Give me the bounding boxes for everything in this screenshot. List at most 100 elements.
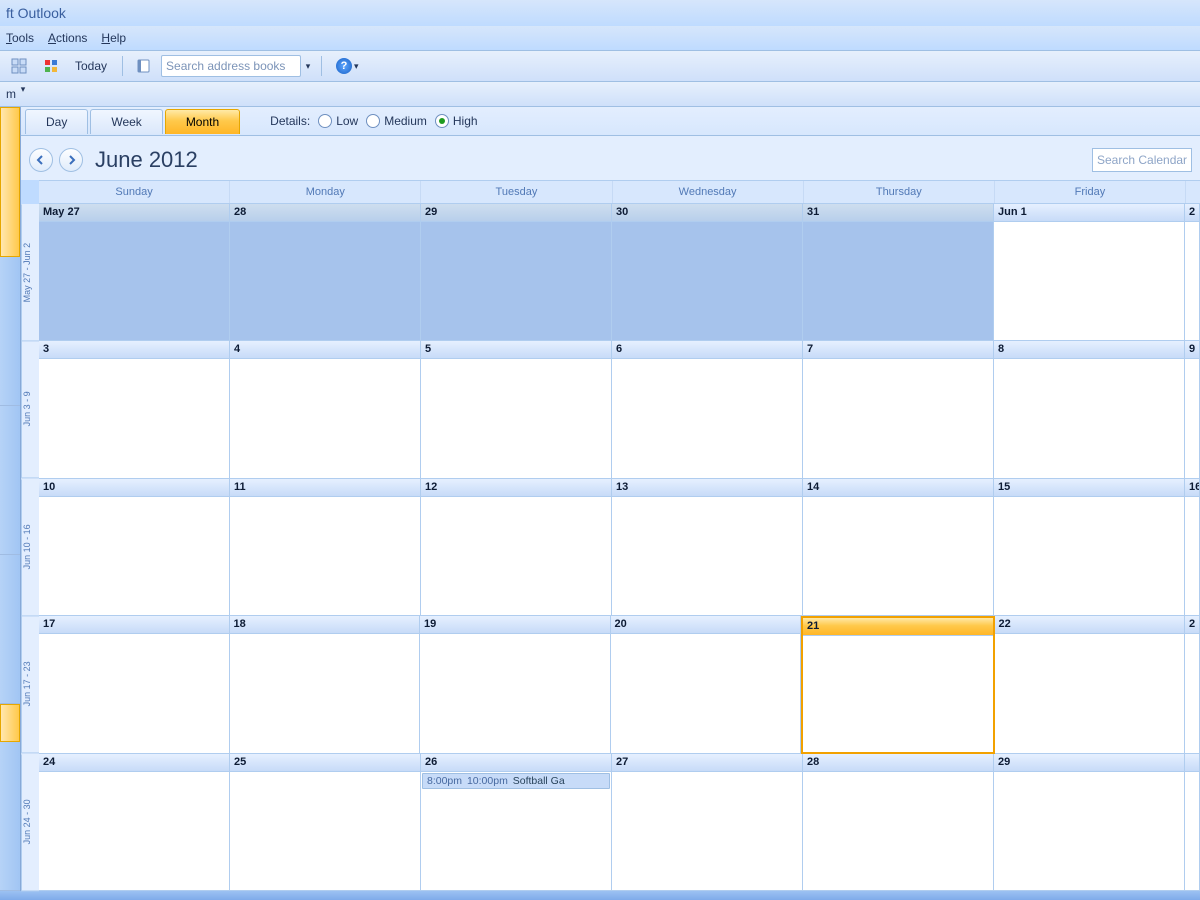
calendar-day-cell[interactable]: 13 — [612, 479, 803, 616]
search-calendar-input[interactable] — [1092, 148, 1192, 172]
toolbar-grid-icon[interactable] — [4, 55, 34, 77]
calendar-day-cell[interactable]: 17 — [39, 616, 230, 753]
day-number: May 27 — [39, 204, 229, 222]
calendar-day-cell[interactable]: 14 — [803, 479, 994, 616]
toolbar-secondary: m ▾ — [0, 82, 1200, 107]
day-number: 15 — [994, 479, 1184, 497]
details-low-radio[interactable]: Low — [318, 114, 358, 128]
menu-bar: Tools Actions Help — [0, 26, 1200, 51]
week-label[interactable]: Jun 10 - 16 — [21, 479, 39, 616]
week-label[interactable]: Jun 24 - 30 — [21, 754, 39, 891]
tab-week[interactable]: Week — [90, 109, 162, 134]
nav-strip-segment[interactable] — [0, 555, 20, 704]
calendar-day-cell[interactable]: 28 — [803, 754, 994, 891]
day-number: 10 — [39, 479, 229, 497]
day-number: 22 — [995, 616, 1185, 634]
day-number: 30 — [612, 204, 802, 222]
dow-thursday: Thursday — [804, 181, 995, 203]
calendar-day-cell[interactable]: 21 — [801, 616, 995, 753]
search-address-books-input[interactable] — [161, 55, 301, 77]
nav-pane-strip[interactable] — [0, 107, 21, 891]
month-title: June 2012 — [95, 147, 198, 173]
nav-strip-segment-selected[interactable] — [0, 107, 20, 257]
calendar-week-row: 10111213141516 — [39, 479, 1200, 616]
tab-day[interactable]: Day — [25, 109, 88, 134]
calendar-day-cell[interactable]: 28 — [230, 204, 421, 341]
help-icon[interactable]: ? — [336, 58, 352, 74]
day-number: 16 — [1185, 479, 1199, 497]
calendar-day-cell[interactable]: 15 — [994, 479, 1185, 616]
calendar-day-cell[interactable]: 30 — [612, 204, 803, 341]
nav-strip-segment[interactable] — [0, 257, 20, 406]
calendar-day-cell[interactable]: 268:00pm 10:00pm Softball Ga — [421, 754, 612, 891]
calendar-pane: Day Week Month Details: Low Medium High … — [21, 107, 1200, 891]
day-number: 18 — [230, 616, 420, 634]
calendar-day-cell[interactable]: 18 — [230, 616, 421, 753]
week-label[interactable]: May 27 - Jun 2 — [21, 204, 39, 341]
calendar-week-row: 1718192021222 — [39, 616, 1200, 753]
calendar-day-cell[interactable]: 6 — [612, 341, 803, 478]
calendar-day-cell[interactable]: 10 — [39, 479, 230, 616]
calendar-day-cell[interactable]: 16 — [1185, 479, 1200, 616]
calendar-day-cell[interactable]: 22 — [995, 616, 1186, 753]
calendar-event[interactable]: 8:00pm 10:00pm Softball Ga — [422, 773, 610, 789]
today-button[interactable]: Today — [68, 56, 114, 76]
calendar-day-cell[interactable]: 11 — [230, 479, 421, 616]
toolbar-overflow[interactable]: ▾ — [354, 61, 362, 72]
tab-month[interactable]: Month — [165, 109, 240, 134]
day-number: 19 — [420, 616, 610, 634]
toolbar-separator — [122, 56, 123, 76]
toolbar: Today ▾ ? ▾ — [0, 51, 1200, 82]
dow-wednesday: Wednesday — [613, 181, 804, 203]
address-book-icon[interactable] — [129, 55, 159, 77]
calendar-day-cell[interactable]: 4 — [230, 341, 421, 478]
calendar-day-cell[interactable]: 29 — [994, 754, 1185, 891]
menu-actions[interactable]: Actions — [48, 31, 87, 45]
week-label[interactable]: Jun 3 - 9 — [21, 341, 39, 478]
calendar-day-cell[interactable]: 31 — [803, 204, 994, 341]
week-label-column: May 27 - Jun 2 Jun 3 - 9 Jun 10 - 16 Jun… — [21, 204, 39, 891]
calendar-day-cell[interactable]: 3 — [39, 341, 230, 478]
details-label: Details: — [270, 114, 310, 128]
details-medium-radio[interactable]: Medium — [366, 114, 427, 128]
day-number: 6 — [612, 341, 802, 359]
day-number: 3 — [39, 341, 229, 359]
week-label[interactable]: Jun 17 - 23 — [21, 616, 39, 753]
menu-help[interactable]: Help — [101, 31, 126, 45]
calendar-day-cell[interactable]: 8 — [994, 341, 1185, 478]
calendar-day-grid: May 2728293031Jun 1234567891011121314151… — [39, 204, 1200, 891]
day-number: 2 — [1185, 616, 1199, 634]
calendar-day-cell[interactable]: Jun 1 — [994, 204, 1185, 341]
calendar-day-cell[interactable] — [1185, 754, 1200, 891]
calendar-day-cell[interactable]: 7 — [803, 341, 994, 478]
nav-strip-segment[interactable] — [0, 742, 20, 891]
search-address-dropdown[interactable]: ▾ — [301, 56, 315, 76]
prev-month-button[interactable] — [29, 148, 53, 172]
day-number: 29 — [994, 754, 1184, 772]
dow-friday: Friday — [995, 181, 1186, 203]
calendar-day-cell[interactable]: 2 — [1185, 616, 1200, 753]
nav-strip-segment[interactable] — [0, 406, 20, 555]
toolbar-categories-icon[interactable] — [36, 55, 66, 77]
calendar-day-cell[interactable]: 2 — [1185, 204, 1200, 341]
calendar-day-cell[interactable]: 20 — [611, 616, 802, 753]
dow-saturday — [1186, 181, 1200, 203]
calendar-day-cell[interactable]: 5 — [421, 341, 612, 478]
menu-tools[interactable]: Tools — [6, 31, 34, 45]
secondary-overflow[interactable]: ▾ — [16, 84, 30, 104]
day-number: 28 — [803, 754, 993, 772]
details-high-radio[interactable]: High — [435, 114, 478, 128]
calendar-day-cell[interactable]: May 27 — [39, 204, 230, 341]
next-month-button[interactable] — [59, 148, 83, 172]
calendar-day-cell[interactable]: 25 — [230, 754, 421, 891]
calendar-week-row: May 2728293031Jun 12 — [39, 204, 1200, 341]
calendar-day-cell[interactable]: 29 — [421, 204, 612, 341]
dow-tuesday: Tuesday — [421, 181, 612, 203]
calendar-day-cell[interactable]: 12 — [421, 479, 612, 616]
calendar-day-cell[interactable]: 24 — [39, 754, 230, 891]
day-number: 9 — [1185, 341, 1199, 359]
calendar-day-cell[interactable]: 19 — [420, 616, 611, 753]
calendar-day-cell[interactable]: 9 — [1185, 341, 1200, 478]
nav-strip-segment-selected[interactable] — [0, 704, 20, 742]
calendar-day-cell[interactable]: 27 — [612, 754, 803, 891]
